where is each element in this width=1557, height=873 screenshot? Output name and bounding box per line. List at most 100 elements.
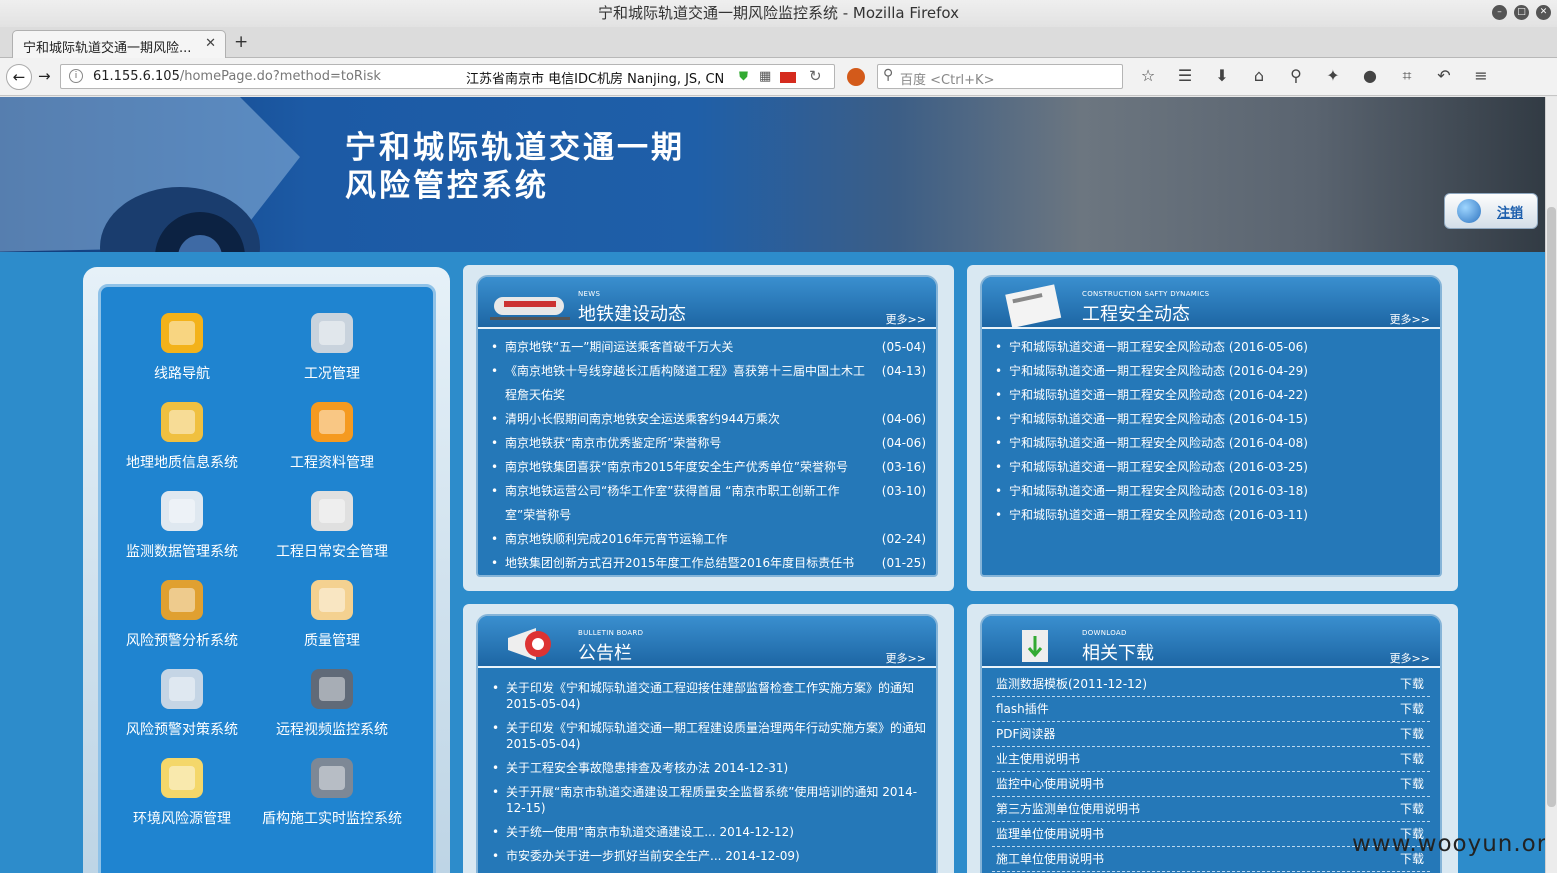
news-item-date: (04-13) xyxy=(881,364,926,378)
menu-item-4[interactable]: 监测数据管理系统 xyxy=(107,483,257,561)
bulletin-more-link[interactable]: 更多>> xyxy=(886,650,926,666)
bulletin-item[interactable]: 关于工程安全事故隐患排查及考核办法 2014-12-31) xyxy=(488,760,926,776)
maximize-button[interactable]: □ xyxy=(1514,5,1529,20)
tab-label: 宁和城际轨道交通一期风险... xyxy=(23,41,192,56)
menu-item-label: 风险预警分析系统 xyxy=(126,633,238,649)
menu-item-10[interactable]: 环境风险源管理 xyxy=(107,750,257,828)
addon-block-icon[interactable] xyxy=(847,68,865,86)
download-item-name[interactable]: 监测数据模板(2011-12-12) xyxy=(996,677,1147,691)
search-input[interactable]: ⚲ 百度 <Ctrl+K> xyxy=(877,64,1123,89)
menu-item-0[interactable]: 线路导航 xyxy=(107,305,257,383)
download-icon[interactable]: ⬇ xyxy=(1208,66,1236,86)
news-item-title[interactable]: 南京地铁运营公司“杨华工作室”获得首届 “南京市职工创新工作室”荣誉称号 xyxy=(505,484,839,522)
news-item-title[interactable]: 地铁集团创新方式召开2015年度工作总结暨2016年度目标责任书签订 xyxy=(505,556,854,575)
news-item-title[interactable]: 清明小长假期间南京地铁安全运送乘客约944万乘次 xyxy=(505,412,780,426)
menu-item-3[interactable]: 工程资料管理 xyxy=(257,394,407,472)
browser-tab[interactable]: 宁和城际轨道交通一期风险... ✕ xyxy=(12,30,226,58)
download-item-name[interactable]: 第三方监测单位使用说明书 xyxy=(996,802,1140,816)
safety-item[interactable]: 宁和城际轨道交通一期工程安全风险动态 (2016-04-29) xyxy=(992,359,1430,383)
news-item-date: (05-04) xyxy=(881,340,926,354)
download-link[interactable]: 下载 xyxy=(1400,672,1424,696)
news-item-date: (03-16) xyxy=(881,460,926,474)
bulletin-item[interactable]: 关于印发《宁和城际轨道交通工程迎接住建部监督检查工作实施方案》的通知 2015-… xyxy=(488,680,926,712)
download-item-name[interactable]: flash插件 xyxy=(996,702,1049,716)
news-item[interactable]: 南京地铁运营公司“杨华工作室”获得首届 “南京市职工创新工作室”荣誉称号 (03-… xyxy=(488,479,926,527)
url-text[interactable]: 61.155.6.105/homePage.do?method=toRisk xyxy=(93,69,381,84)
download-item-name[interactable]: 业主使用说明书 xyxy=(996,752,1080,766)
forward-button[interactable]: → xyxy=(38,67,51,85)
safety-item[interactable]: 宁和城际轨道交通一期工程安全风险动态 (2016-04-08) xyxy=(992,431,1430,455)
news-item[interactable]: 地铁集团创新方式召开2015年度工作总结暨2016年度目标责任书签订 (01-25… xyxy=(488,551,926,575)
shield-icon[interactable]: ⛊ xyxy=(739,69,748,84)
record-icon[interactable]: ● xyxy=(1356,66,1384,86)
safety-item[interactable]: 宁和城际轨道交通一期工程安全风险动态 (2016-03-25) xyxy=(992,455,1430,479)
download-item-name[interactable]: 监理单位使用说明书 xyxy=(996,827,1104,841)
back-button[interactable]: ← xyxy=(6,64,32,90)
download-link[interactable]: 下载 xyxy=(1400,722,1424,746)
news-item-title[interactable]: 南京地铁顺利完成2016年元宵节运输工作 xyxy=(505,532,728,546)
bulletin-item[interactable]: 关于开展“南京市轨道交通建设工程质量安全监督系统”使用培训的通知 2014-12… xyxy=(488,784,926,816)
safety-more-link[interactable]: 更多>> xyxy=(1390,311,1430,327)
tab-close-icon[interactable]: ✕ xyxy=(205,36,216,51)
news-item[interactable]: 南京地铁获“南京市优秀鉴定所”荣誉称号 (04-06) xyxy=(488,431,926,455)
download-item-name[interactable]: 监控中心使用说明书 xyxy=(996,777,1104,791)
news-item[interactable]: 南京地铁集团喜获“南京市2015年度安全生产优秀单位”荣誉称号 (03-16) xyxy=(488,455,926,479)
info-icon[interactable]: i xyxy=(69,69,83,83)
news-item-title[interactable]: 南京地铁获“南京市优秀鉴定所”荣誉称号 xyxy=(505,436,721,450)
pin-icon[interactable]: ⚲ xyxy=(1282,66,1310,86)
home-icon[interactable]: ⌂ xyxy=(1245,66,1273,86)
qrcode-icon[interactable]: ▦ xyxy=(759,69,771,84)
news-item[interactable]: 《南京地铁十号线穿越长江盾构隧道工程》喜获第十三届中国土木工程詹天佑奖 (04-1… xyxy=(488,359,926,407)
minimize-button[interactable]: – xyxy=(1492,5,1507,20)
monitor-icon xyxy=(151,661,213,717)
safety-item[interactable]: 宁和城际轨道交通一期工程安全风险动态 (2016-05-06) xyxy=(992,335,1430,359)
bulletin-item[interactable]: 关于统一使用“南京市轨道交通建设工... 2014-12-12) xyxy=(488,824,926,840)
logout-button[interactable]: 注销 xyxy=(1444,193,1538,229)
news-item-title[interactable]: 南京地铁“五一”期间运送乘客首破千万大关 xyxy=(505,340,733,354)
safety-item[interactable]: 宁和城际轨道交通一期工程安全风险动态 (2016-03-11) xyxy=(992,503,1430,527)
scrollbar-thumb[interactable] xyxy=(1547,207,1556,807)
news-item[interactable]: 南京地铁“五一”期间运送乘客首破千万大关 (05-04) xyxy=(488,335,926,359)
download-link[interactable]: 下载 xyxy=(1400,797,1424,821)
download-more-link[interactable]: 更多>> xyxy=(1390,650,1430,666)
reading-list-icon[interactable]: ☰ xyxy=(1171,66,1199,86)
page-scrollbar[interactable] xyxy=(1545,97,1557,873)
menu-item-label: 工况管理 xyxy=(304,366,360,382)
menu-item-6[interactable]: 风险预警分析系统 xyxy=(107,572,257,650)
close-window-button[interactable]: ✕ xyxy=(1536,5,1551,20)
menu-item-5[interactable]: 工程日常安全管理 xyxy=(257,483,407,561)
news-item[interactable]: 南京地铁顺利完成2016年元宵节运输工作 (02-24) xyxy=(488,527,926,551)
news-item[interactable]: 清明小长假期间南京地铁安全运送乘客约944万乘次 (04-06) xyxy=(488,407,926,431)
news-item-date: (04-06) xyxy=(881,412,926,426)
crop-icon[interactable]: ⌗ xyxy=(1393,66,1421,86)
safety-item[interactable]: 宁和城际轨道交通一期工程安全风险动态 (2016-04-15) xyxy=(992,407,1430,431)
bulletin-item[interactable]: 市安委办关于进一步抓好当前安全生产... 2014-12-09) xyxy=(488,848,926,864)
reload-icon[interactable]: ↻ xyxy=(809,67,822,85)
safety-item[interactable]: 宁和城际轨道交通一期工程安全风险动态 (2016-04-22) xyxy=(992,383,1430,407)
menu-item-1[interactable]: 工况管理 xyxy=(257,305,407,383)
download-item-name[interactable]: PDF阅读器 xyxy=(996,727,1055,741)
menu-item-7[interactable]: 质量管理 xyxy=(257,572,407,650)
download-link[interactable]: 下载 xyxy=(1400,772,1424,796)
undo-icon[interactable]: ↶ xyxy=(1430,66,1458,86)
url-bar[interactable]: i 61.155.6.105/homePage.do?method=toRisk… xyxy=(60,64,835,89)
download-item: 业主使用说明书 下载 xyxy=(992,747,1430,772)
safety-panel-title: 工程安全动态 xyxy=(1082,304,1190,325)
new-tab-button[interactable]: + xyxy=(234,32,248,52)
safety-item[interactable]: 宁和城际轨道交通一期工程安全风险动态 (2016-03-18) xyxy=(992,479,1430,503)
bookmark-star-icon[interactable]: ☆ xyxy=(1134,66,1162,86)
news-item-title[interactable]: 南京地铁集团喜获“南京市2015年度安全生产优秀单位”荣誉称号 xyxy=(505,460,848,474)
addon-icon[interactable]: ✦ xyxy=(1319,66,1347,86)
menu-item-9[interactable]: 远程视频监控系统 xyxy=(257,661,407,739)
download-link[interactable]: 下载 xyxy=(1400,747,1424,771)
menu-item-11[interactable]: 盾构施工实时监控系统 xyxy=(257,750,407,828)
news-item-title[interactable]: 《南京地铁十号线穿越长江盾构隧道工程》喜获第十三届中国土木工程詹天佑奖 xyxy=(505,364,865,402)
menu-item-8[interactable]: 风险预警对策系统 xyxy=(107,661,257,739)
menu-item-2[interactable]: 地理地质信息系统 xyxy=(107,394,257,472)
news-more-link[interactable]: 更多>> xyxy=(886,311,926,327)
download-item-name[interactable]: 施工单位使用说明书 xyxy=(996,852,1104,866)
train-icon xyxy=(490,297,570,320)
menu-icon[interactable]: ≡ xyxy=(1467,66,1495,86)
download-link[interactable]: 下载 xyxy=(1400,697,1424,721)
bulletin-item[interactable]: 关于印发《宁和城际轨道交通一期工程建设质量治理两年行动实施方案》的通知 2015… xyxy=(488,720,926,752)
